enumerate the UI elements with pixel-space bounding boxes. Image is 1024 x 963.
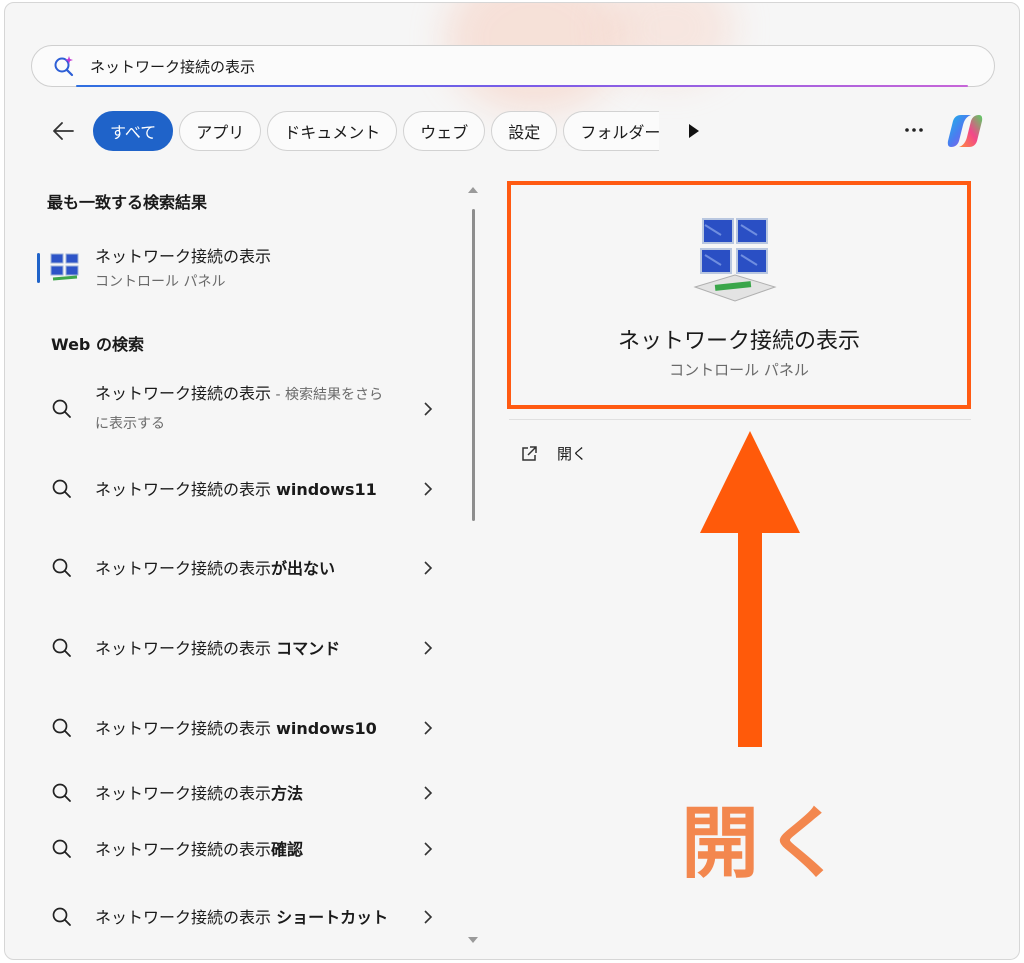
network-connections-icon [50, 253, 79, 281]
web-result-text: ネットワーク接続の表示 コマンド [95, 638, 341, 658]
web-result-item[interactable]: ネットワーク接続の表示が出ない [51, 540, 451, 596]
web-result-text: ネットワーク接続の表示 windows10 [95, 718, 377, 738]
web-result-text: ネットワーク接続の表示 windows11 [95, 479, 377, 499]
search-icon [52, 839, 71, 858]
search-window: すべて アプリ ドキュメント ウェブ 設定 フォルダー 最も一致する検索結果 [4, 2, 1020, 960]
selection-indicator [37, 253, 40, 283]
search-icon [52, 718, 71, 737]
web-result-item[interactable]: ネットワーク接続の表示 - 検索結果をさらに表示する [51, 381, 451, 437]
open-action-label: 開く [557, 445, 588, 463]
web-result-text: ネットワーク接続の表示確認 [95, 839, 304, 859]
web-result-item[interactable]: ネットワーク接続の表示 windows10 [51, 700, 451, 756]
chevron-right-icon [424, 786, 433, 800]
chevron-right-icon [424, 402, 433, 416]
filter-chip-web[interactable]: ウェブ [403, 111, 486, 151]
play-right-icon [689, 124, 700, 138]
preview-title: ネットワーク接続の表示 [617, 329, 860, 354]
web-result-item[interactable]: ネットワーク接続の表示 windows11 [51, 461, 451, 517]
open-action-button[interactable]: 開く [519, 443, 587, 464]
filter-chip-apps[interactable]: アプリ [179, 111, 262, 151]
search-icon [52, 907, 71, 926]
filters-next-button[interactable] [679, 111, 709, 151]
back-arrow-icon [53, 122, 74, 140]
copilot-icon[interactable] [945, 111, 985, 151]
best-match-heading: 最も一致する検索結果 [47, 193, 208, 212]
filter-chip-folders[interactable]: フォルダー [563, 111, 660, 151]
chevron-right-icon [424, 842, 433, 856]
open-external-icon [522, 445, 537, 461]
back-button[interactable] [45, 113, 81, 149]
chevron-right-icon [424, 561, 433, 575]
chevron-right-icon [424, 721, 433, 735]
search-bar[interactable] [31, 45, 995, 87]
filter-chip-all[interactable]: すべて [93, 111, 174, 151]
best-match-subtitle: コントロール パネル [95, 274, 226, 290]
web-result-item[interactable]: ネットワーク接続の表示 ショートカット [51, 889, 451, 945]
web-search-heading: Web の検索 [51, 335, 144, 354]
search-focus-underline [76, 85, 968, 87]
more-options-button[interactable] [899, 115, 929, 145]
web-result-text: ネットワーク接続の表示方法 [95, 783, 304, 803]
preview-subtitle: コントロール パネル [669, 361, 809, 379]
chevron-right-icon [424, 641, 433, 655]
best-match-result[interactable]: ネットワーク接続の表示 コントロール パネル [35, 235, 445, 299]
search-icon [52, 783, 71, 802]
search-icon [52, 479, 71, 498]
chevron-right-icon [424, 482, 433, 496]
scrollbar-thumb[interactable] [472, 209, 475, 521]
search-icon [52, 399, 71, 418]
annotation-label: 開く [681, 799, 850, 889]
web-result-item[interactable]: ネットワーク接続の表示確認 [51, 833, 451, 865]
web-result-text: ネットワーク接続の表示が出ない [95, 558, 336, 578]
chevron-right-icon [424, 910, 433, 924]
copilot-search-icon [54, 56, 74, 77]
search-input[interactable] [90, 57, 890, 75]
web-result-item[interactable]: ネットワーク接続の表示方法 [51, 777, 451, 809]
search-icon [52, 638, 71, 657]
scroll-down-arrow-icon[interactable] [467, 935, 479, 945]
web-result-item[interactable]: ネットワーク接続の表示 コマンド [51, 620, 451, 676]
annotation-arrow-up-icon [700, 431, 800, 747]
scroll-up-arrow-icon[interactable] [467, 185, 479, 195]
web-result-text: ネットワーク接続の表示 - 検索結果をさらに表示する [95, 384, 383, 432]
network-connections-large-icon [693, 218, 777, 302]
more-dots-icon [905, 128, 923, 132]
best-match-title: ネットワーク接続の表示 [95, 247, 272, 266]
preview-divider [509, 419, 971, 420]
filter-chip-settings[interactable]: 設定 [491, 111, 558, 151]
web-result-text: ネットワーク接続の表示 ショートカット [95, 907, 389, 927]
filter-chip-documents[interactable]: ドキュメント [267, 111, 398, 151]
search-icon [52, 558, 71, 577]
filter-bar: すべて アプリ ドキュメント ウェブ 設定 フォルダー [45, 109, 709, 153]
